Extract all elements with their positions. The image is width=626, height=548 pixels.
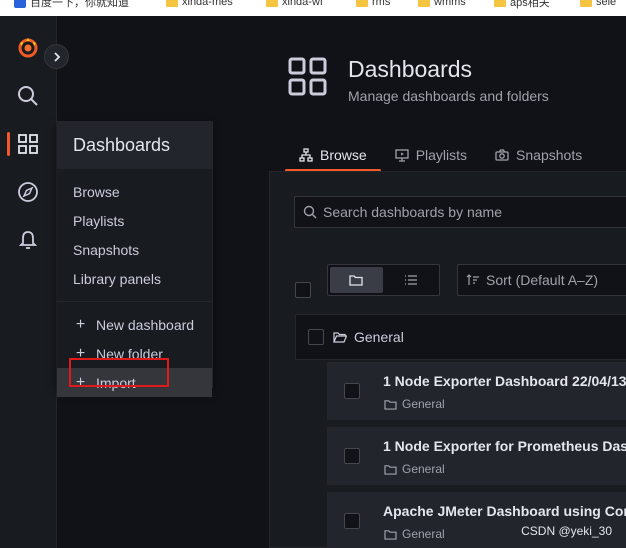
page-subtitle: Manage dashboards and folders — [348, 88, 549, 104]
expand-menu-button[interactable] — [44, 44, 69, 69]
menu-item-library-panels[interactable]: Library panels — [57, 264, 212, 293]
dashboard-title: 1 Node Exporter Dashboard 22/04/13 — [383, 373, 626, 389]
menu-item-snapshots[interactable]: Snapshots — [57, 235, 212, 264]
bookmark-item[interactable]: aps相关 — [494, 0, 550, 10]
dashboard-folder: General — [384, 462, 445, 476]
select-all-checkbox[interactable] — [295, 282, 311, 298]
bookmarks-bar: 百度一下，你就知道 xinda-mes xinda-wf rms wmms ap… — [0, 0, 626, 16]
tab-playlists[interactable]: Playlists — [381, 138, 481, 172]
bookmark-item[interactable]: wmms — [418, 0, 466, 10]
folder-row-general[interactable]: General — [295, 314, 626, 360]
bookmark-item[interactable]: 百度一下，你就知道 — [14, 0, 129, 10]
folder-icon — [384, 529, 397, 540]
view-toggle — [327, 264, 440, 296]
folder-icon — [349, 275, 363, 286]
page-title: Dashboards — [348, 56, 473, 82]
folder-icon — [384, 464, 397, 475]
folder-icon — [580, 0, 592, 7]
folder-icon — [418, 0, 430, 7]
menu-divider — [57, 301, 212, 302]
folder-icon — [356, 0, 368, 7]
tab-browse[interactable]: Browse — [285, 138, 381, 172]
dashboard-title: 1 Node Exporter for Prometheus Dash — [383, 438, 626, 454]
menu-item-new-dashboard[interactable]: + New dashboard — [57, 310, 212, 339]
bookmark-item[interactable]: xinda-wf — [266, 0, 323, 10]
folder-icon — [384, 399, 397, 410]
side-menu — [0, 16, 57, 548]
explore-icon[interactable] — [16, 180, 40, 204]
dashboard-checkbox[interactable] — [344, 383, 360, 399]
tab-snapshots[interactable]: Snapshots — [481, 138, 596, 172]
import-highlight-box — [69, 358, 169, 387]
folder-view-button[interactable] — [330, 267, 383, 293]
bookmark-item[interactable]: sele — [580, 0, 616, 10]
search-icon — [303, 205, 317, 219]
dashboard-row[interactable]: 1 Node Exporter for Prometheus Dash Gene… — [327, 427, 626, 485]
folder-checkbox[interactable] — [308, 329, 324, 345]
dashboard-folder: General — [384, 397, 445, 411]
dashboard-title: Apache JMeter Dashboard using Core — [383, 503, 626, 519]
list-icon — [404, 275, 417, 285]
dashboards-header-icon — [287, 56, 329, 103]
alerting-icon[interactable] — [16, 228, 40, 252]
menu-item-playlists[interactable]: Playlists — [57, 206, 212, 235]
presentation-icon — [395, 149, 409, 162]
list-view-button[interactable] — [385, 267, 438, 293]
bookmark-item[interactable]: rms — [356, 0, 390, 10]
sort-select[interactable]: Sort (Default A–Z) — [457, 264, 626, 296]
sort-icon — [466, 274, 479, 285]
bookmark-item[interactable]: xinda-mes — [166, 0, 233, 10]
baidu-favicon-icon — [14, 0, 26, 8]
dashboard-row[interactable]: 1 Node Exporter Dashboard 22/04/13 Gener… — [327, 362, 626, 420]
folder-icon — [166, 0, 178, 7]
plus-icon: + — [75, 315, 86, 333]
sitemap-icon — [299, 148, 313, 162]
folder-name: General — [333, 329, 404, 345]
dashboard-checkbox[interactable] — [344, 448, 360, 464]
dropdown-title[interactable]: Dashboards — [57, 122, 212, 169]
browse-panel: Search dashboards by name Sort (Default … — [269, 171, 626, 548]
folder-icon — [494, 0, 506, 7]
folder-icon — [266, 0, 278, 7]
watermark: CSDN @yeki_30 — [521, 524, 612, 538]
tab-bar: Browse Playlists Snapshots — [285, 138, 596, 172]
grafana-logo-icon[interactable] — [16, 36, 40, 60]
dashboards-dropdown-menu: Dashboards Browse Playlists Snapshots Li… — [57, 121, 213, 397]
search-icon[interactable] — [16, 84, 40, 108]
menu-item-browse[interactable]: Browse — [57, 177, 212, 206]
dashboards-icon[interactable] — [16, 132, 40, 156]
folder-open-icon — [333, 332, 347, 343]
dashboard-checkbox[interactable] — [344, 513, 360, 529]
dashboard-row[interactable]: Apache JMeter Dashboard using Core Gener… — [327, 492, 626, 548]
active-indicator — [7, 132, 10, 156]
chevron-right-icon — [53, 51, 60, 62]
camera-icon — [495, 149, 509, 161]
search-input[interactable]: Search dashboards by name — [294, 196, 626, 228]
dashboard-folder: General — [384, 527, 445, 541]
